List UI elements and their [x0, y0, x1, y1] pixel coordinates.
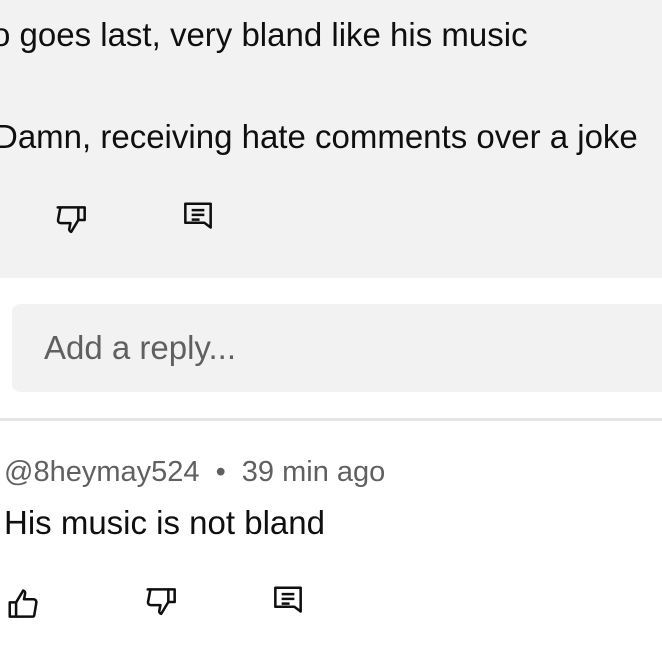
dislike-button[interactable] [140, 580, 184, 624]
reply-input[interactable] [42, 328, 626, 368]
reply-comment-icon [184, 202, 212, 229]
meta-separator: • [215, 456, 226, 488]
thumbs-down-icon [56, 206, 86, 234]
reply-button[interactable] [176, 196, 220, 240]
comment-time: 39 min ago [241, 456, 386, 488]
parent-comment-text: o goes last, very bland like his music [0, 16, 528, 53]
comment-text: His music is not bland [4, 504, 325, 541]
comment-author[interactable]: @8heymay524 [4, 456, 200, 488]
dislike-button[interactable] [50, 198, 94, 242]
parent-reply-text: Damn, receiving hate comments over a jok… [0, 118, 638, 155]
comment-meta: @8heymay524 • 39 min ago [4, 456, 385, 489]
thumbs-down-icon [146, 588, 176, 616]
reply-button[interactable] [266, 580, 310, 624]
thumbs-up-icon [8, 589, 38, 618]
add-reply-box[interactable] [12, 304, 662, 392]
reply-comment-icon [274, 586, 302, 613]
divider [0, 418, 662, 421]
like-button[interactable] [2, 582, 46, 626]
parent-comment-thread: o goes last, very bland like his music D… [0, 0, 662, 278]
